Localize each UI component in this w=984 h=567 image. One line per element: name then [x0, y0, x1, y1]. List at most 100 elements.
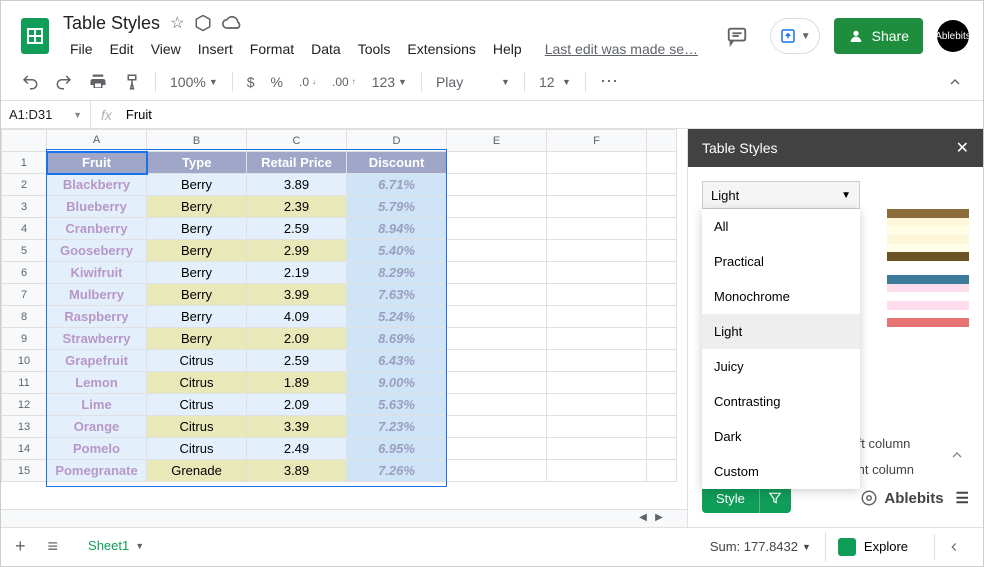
menu-icon[interactable]: ☰: [956, 489, 969, 507]
cell[interactable]: Lemon: [47, 372, 147, 394]
row-header[interactable]: 11: [2, 372, 47, 394]
cell[interactable]: 1.89: [247, 372, 347, 394]
cell[interactable]: Citrus: [147, 438, 247, 460]
row-header[interactable]: 14: [2, 438, 47, 460]
menu-data[interactable]: Data: [304, 38, 348, 60]
cell[interactable]: Berry: [147, 306, 247, 328]
cell[interactable]: [447, 174, 547, 196]
cell[interactable]: [647, 262, 677, 284]
cell[interactable]: [647, 328, 677, 350]
menu-option[interactable]: Light: [702, 314, 860, 349]
undo-icon[interactable]: [15, 69, 45, 95]
cell[interactable]: [447, 284, 547, 306]
cell[interactable]: [547, 460, 647, 482]
cell[interactable]: 8.29%: [347, 262, 447, 284]
cell[interactable]: [447, 196, 547, 218]
cell[interactable]: [547, 438, 647, 460]
menu-extensions[interactable]: Extensions: [400, 38, 482, 60]
menu-option[interactable]: Contrasting: [702, 384, 860, 419]
font-size-select[interactable]: 12▼: [533, 70, 577, 94]
row-header[interactable]: 7: [2, 284, 47, 306]
cell[interactable]: 5.24%: [347, 306, 447, 328]
cell[interactable]: Berry: [147, 240, 247, 262]
cell[interactable]: Cranberry: [47, 218, 147, 240]
cell[interactable]: Retail Price: [247, 152, 347, 174]
cell[interactable]: Citrus: [147, 372, 247, 394]
cell[interactable]: [447, 394, 547, 416]
percent-button[interactable]: %: [265, 70, 289, 94]
style-thumbnail[interactable]: [887, 209, 969, 261]
cell[interactable]: [647, 218, 677, 240]
cell[interactable]: [447, 240, 547, 262]
cell[interactable]: Blueberry: [47, 196, 147, 218]
comments-icon[interactable]: [718, 17, 756, 55]
collapse-sidebar-icon[interactable]: [934, 534, 973, 560]
col-header[interactable]: D: [347, 130, 447, 152]
cell[interactable]: Pomelo: [47, 438, 147, 460]
cell[interactable]: [447, 460, 547, 482]
present-button[interactable]: ▼: [770, 18, 820, 54]
last-edit-link[interactable]: Last edit was made se…: [538, 38, 705, 60]
cell[interactable]: Orange: [47, 416, 147, 438]
menu-option[interactable]: All: [702, 209, 860, 244]
sum-display[interactable]: Sum: 177.8432▼: [710, 539, 811, 554]
cell[interactable]: [447, 218, 547, 240]
style-category-select[interactable]: Light▼: [702, 181, 860, 209]
cell[interactable]: [547, 394, 647, 416]
cell[interactable]: [647, 372, 677, 394]
cell[interactable]: 3.89: [247, 174, 347, 196]
row-header[interactable]: 5: [2, 240, 47, 262]
cell[interactable]: 5.63%: [347, 394, 447, 416]
number-format-select[interactable]: 123 ▼: [366, 70, 413, 94]
cell[interactable]: [547, 196, 647, 218]
cell[interactable]: [447, 438, 547, 460]
cell[interactable]: [547, 284, 647, 306]
cell[interactable]: 2.99: [247, 240, 347, 262]
menu-option[interactable]: Dark: [702, 419, 860, 454]
cell[interactable]: Citrus: [147, 394, 247, 416]
col-header[interactable]: A: [47, 130, 147, 152]
cell[interactable]: Mulberry: [47, 284, 147, 306]
name-box[interactable]: A1:D31▼: [1, 101, 91, 128]
cell[interactable]: 3.99: [247, 284, 347, 306]
font-select[interactable]: Play▼: [430, 70, 516, 94]
cell[interactable]: 8.69%: [347, 328, 447, 350]
sheet-tab[interactable]: Sheet1▼: [76, 532, 156, 561]
menu-tools[interactable]: Tools: [351, 38, 398, 60]
cell[interactable]: [647, 416, 677, 438]
cell[interactable]: Kiwifruit: [47, 262, 147, 284]
cell[interactable]: 2.49: [247, 438, 347, 460]
cell[interactable]: 5.40%: [347, 240, 447, 262]
paint-format-icon[interactable]: [117, 69, 147, 95]
cell[interactable]: Citrus: [147, 416, 247, 438]
zoom-select[interactable]: 100% ▼: [164, 70, 224, 94]
menu-file[interactable]: File: [63, 38, 100, 60]
currency-button[interactable]: $: [241, 70, 261, 94]
cell[interactable]: [547, 350, 647, 372]
cell[interactable]: Blackberry: [47, 174, 147, 196]
cell[interactable]: [647, 174, 677, 196]
cell[interactable]: [547, 174, 647, 196]
cell[interactable]: [647, 240, 677, 262]
avatar[interactable]: Ablebits: [937, 20, 969, 52]
cell[interactable]: 8.94%: [347, 218, 447, 240]
cell[interactable]: [447, 350, 547, 372]
collapse-toolbar-icon[interactable]: [941, 70, 969, 94]
cell[interactable]: Pomegranate: [47, 460, 147, 482]
row-header[interactable]: 3: [2, 196, 47, 218]
explore-button[interactable]: Explore: [825, 532, 920, 562]
cell[interactable]: 5.79%: [347, 196, 447, 218]
cell[interactable]: 7.23%: [347, 416, 447, 438]
cell[interactable]: 9.00%: [347, 372, 447, 394]
row-header[interactable]: 4: [2, 218, 47, 240]
menu-view[interactable]: View: [144, 38, 188, 60]
style-thumbnail[interactable]: [887, 275, 969, 327]
cell[interactable]: Fruit: [47, 152, 147, 174]
star-icon[interactable]: ☆: [170, 13, 184, 33]
cell[interactable]: [647, 284, 677, 306]
row-header[interactable]: 12: [2, 394, 47, 416]
menu-help[interactable]: Help: [486, 38, 529, 60]
redo-icon[interactable]: [49, 69, 79, 95]
sheets-logo[interactable]: [15, 16, 55, 56]
cell[interactable]: 4.09: [247, 306, 347, 328]
